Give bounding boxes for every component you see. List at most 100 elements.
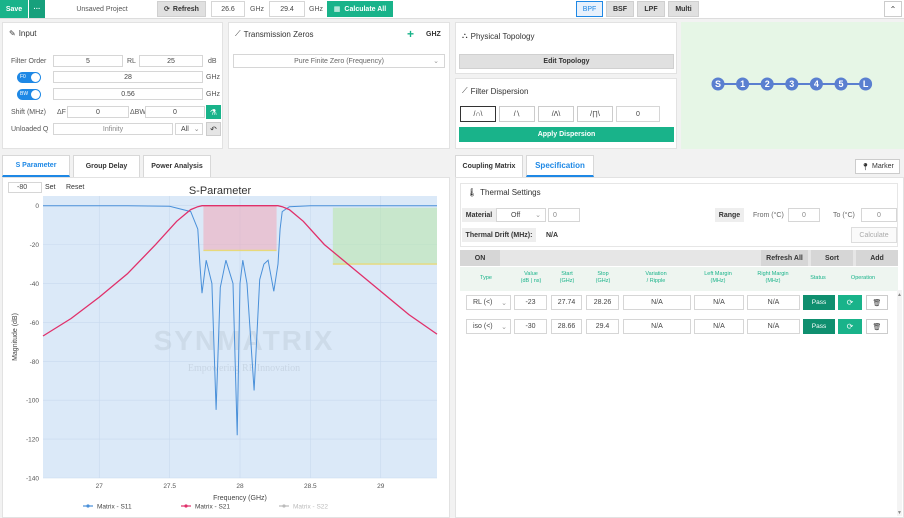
row2-stop-input[interactable]: 29.4	[586, 319, 619, 334]
row1-start-input[interactable]: 27.74	[551, 295, 582, 310]
material-select[interactable]: Off ⌄	[496, 208, 546, 222]
chevron-down-icon: ⌄	[433, 58, 439, 65]
row1-type-select[interactable]: RL (<) ⌄	[466, 295, 511, 310]
tab-coupling-matrix[interactable]: Coupling Matrix	[455, 155, 523, 177]
row2-status-badge: Pass	[803, 319, 835, 334]
row1-variation-input[interactable]: N/A	[623, 295, 691, 310]
topology-node-label: 1	[740, 79, 745, 89]
apply-shift-icon[interactable]: ⚗	[206, 105, 221, 119]
freq-start-unit: GHz	[250, 5, 264, 13]
freq-stop-unit: GHz	[309, 5, 323, 13]
chevron-down-icon: ⌄	[193, 126, 200, 133]
refresh-button[interactable]: ⟳ Refresh	[157, 1, 206, 17]
more-options-button[interactable]: ···	[29, 0, 45, 18]
s-parameter-chart: 0 -20 -40 -60 -80 -100 -120 -140 27 27.5 28 28.5 29 S…	[12, 185, 438, 511]
tab-specification[interactable]: Specification	[526, 155, 594, 177]
marker-button[interactable]: 📍︎ Marker	[855, 159, 900, 174]
tab-group-delay[interactable]: Group Delay	[73, 155, 140, 177]
spec-on-toggle[interactable]: ON	[460, 250, 500, 266]
unloaded-q-scope-select[interactable]: All ⌄	[175, 123, 203, 135]
calculate-all-button[interactable]: ▦ Calculate All	[327, 1, 393, 17]
filter-type-multi[interactable]: Multi	[668, 1, 699, 17]
spec-scrollbar[interactable]	[897, 290, 902, 516]
row1-stop-input[interactable]: 28.26	[586, 295, 619, 310]
save-button[interactable]: Save	[0, 0, 28, 18]
physical-topology-panel: ⛬ Physical Topology Edit Topology	[455, 22, 677, 74]
dispersion-type-3[interactable]: /Λ\	[538, 106, 574, 122]
scroll-down-icon[interactable]: ▼	[897, 510, 902, 518]
filter-type-bsf[interactable]: BSF	[606, 1, 634, 17]
tab-power-analysis[interactable]: Power Analysis	[143, 155, 211, 177]
specification-panel: 🌡︎ Thermal Settings Material Off ⌄ 0 Ran…	[455, 177, 904, 518]
bw-unit: GHz	[206, 90, 220, 98]
header-start: Start (GHz)	[559, 271, 575, 284]
row2-value-input[interactable]: -30	[514, 319, 547, 334]
f0-toggle[interactable]: F0	[17, 72, 41, 83]
watermark-tagline: Empowering RF Innovation	[188, 363, 300, 374]
row1-refresh-icon[interactable]: ⟳	[838, 295, 862, 310]
row2-start-input[interactable]: 28.66	[551, 319, 582, 334]
header-type: Type	[480, 275, 492, 281]
tz-icon: ⟋	[235, 29, 241, 38]
undo-icon[interactable]: ↶	[206, 122, 221, 136]
freq-start-input[interactable]: 26.6	[211, 1, 245, 17]
scroll-up-icon[interactable]: ▲	[897, 292, 902, 300]
row1-trash-icon[interactable]: 🗑︎	[866, 295, 888, 310]
x-tick-label: 28.5	[304, 483, 317, 490]
thermal-drift-value: N/A	[546, 231, 559, 239]
row2-variation-input[interactable]: N/A	[623, 319, 691, 334]
df-input[interactable]: 0	[67, 106, 129, 118]
edit-topology-button[interactable]: Edit Topology	[459, 54, 674, 69]
y-tick-label: -120	[26, 437, 39, 444]
to-input[interactable]: 0	[861, 208, 897, 222]
row2-refresh-icon[interactable]: ⟳	[838, 319, 862, 334]
header-right-margin: Right Margin (MHz)	[757, 271, 789, 284]
dispersion-value-input[interactable]: 0	[616, 106, 660, 122]
from-input[interactable]: 0	[788, 208, 820, 222]
dispersion-shape-icon: /∩\	[473, 110, 483, 118]
dispersion-shape-icon: /∏\	[590, 110, 600, 118]
unloaded-q-label: Unloaded Q	[11, 125, 49, 133]
x-tick-label: 27.5	[163, 483, 176, 490]
dispersion-type-4[interactable]: /∏\	[577, 106, 613, 122]
project-name[interactable]: Unsaved Project	[62, 0, 142, 18]
filter-type-lpf[interactable]: LPF	[637, 1, 665, 17]
spec-mask-1	[203, 205, 277, 251]
topology-node-label: 2	[765, 79, 770, 89]
rl-input[interactable]: 25	[139, 55, 203, 67]
row1-value-input[interactable]: -23	[514, 295, 547, 310]
bw-input[interactable]: 0.56	[53, 88, 203, 100]
tab-s-parameter[interactable]: S Parameter	[2, 155, 70, 177]
apply-dispersion-button[interactable]: Apply Dispersion	[459, 127, 674, 142]
tz-mode-select[interactable]: Pure Finite Zero (Frequency) ⌄	[233, 54, 445, 68]
x-tick-label: 29	[377, 483, 385, 490]
spec-mask-2	[332, 207, 437, 265]
material-value-input[interactable]: 0	[548, 208, 580, 222]
add-spec-button[interactable]: Add	[856, 250, 898, 266]
row2-trash-icon[interactable]: 🗑︎	[866, 319, 888, 334]
row2-type-select[interactable]: iso (<) ⌄	[466, 319, 511, 334]
topology-diagram-svg: S 1 2 3 4 5 L	[711, 77, 873, 91]
chevron-up-icon[interactable]: ⌃	[884, 1, 902, 17]
range-label: Range	[715, 208, 744, 222]
thermal-calculate-button[interactable]: Calculate	[851, 227, 897, 243]
calculator-icon: ▦	[333, 6, 341, 13]
legend-label[interactable]: Matrix - S21	[195, 504, 230, 511]
dispersion-type-1[interactable]: /∩\	[460, 106, 496, 122]
legend-label[interactable]: Matrix - S11	[97, 504, 132, 511]
sort-button[interactable]: Sort	[811, 250, 853, 266]
freq-stop-input[interactable]: 29.4	[269, 1, 305, 17]
add-zero-button[interactable]: +	[407, 27, 414, 41]
filter-order-input[interactable]: 5	[53, 55, 123, 67]
bw-toggle[interactable]: BW	[17, 89, 41, 100]
dbw-input[interactable]: 0	[145, 106, 205, 118]
refresh-all-button[interactable]: Refresh All	[761, 250, 808, 266]
dispersion-type-2[interactable]: /∖	[499, 106, 535, 122]
f0-input[interactable]: 28	[53, 71, 203, 83]
filter-type-bpf[interactable]: BPF	[576, 1, 603, 17]
legend-label[interactable]: Matrix - S22	[293, 504, 328, 511]
shift-label: Shift (MHz)	[11, 108, 46, 116]
header-stop: Stop (GHz)	[595, 271, 611, 284]
unloaded-q-input[interactable]: Infinity	[53, 123, 173, 135]
y-tick-label: -140	[26, 476, 39, 483]
